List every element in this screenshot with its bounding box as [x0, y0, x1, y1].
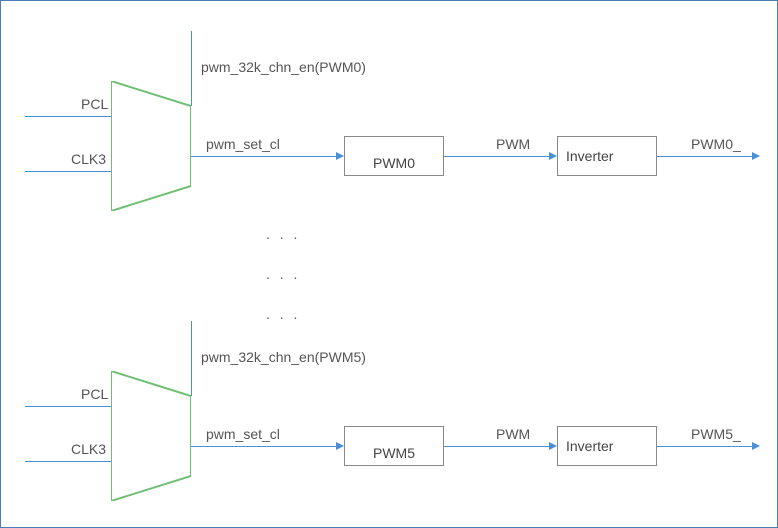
ellipsis-dots: . . . — [266, 306, 300, 322]
pcl-line-pwm0 — [25, 116, 111, 117]
pwm-block-pwm5: PWM5 — [344, 426, 444, 466]
pwm-arrow-pwm0 — [549, 152, 557, 160]
pcl-line-pwm5 — [25, 406, 111, 407]
clk3-label-pwm0: CLK3 — [71, 151, 106, 167]
inverter-block-pwm5: Inverter — [557, 426, 657, 466]
pcl-label-pwm0: PCL — [81, 96, 108, 112]
out-line-pwm0 — [657, 156, 752, 157]
muxout-line-pwm0 — [191, 156, 336, 157]
sel-line-pwm0 — [191, 31, 192, 106]
clk3-line-pwm0 — [25, 171, 111, 172]
muxout-label-pwm5: pwm_set_cl — [206, 426, 280, 442]
clk3-line-pwm5 — [25, 461, 111, 462]
sel-label-pwm0: pwm_32k_chn_en(PWM0) — [201, 59, 366, 75]
pwm-line-pwm5 — [444, 446, 549, 447]
mux-pwm0 — [111, 81, 191, 211]
ellipsis-dots: . . . — [266, 266, 300, 282]
pwm-sig-label-pwm5: PWM — [496, 426, 530, 442]
pcl-label-pwm5: PCL — [81, 386, 108, 402]
clk3-label-pwm5: CLK3 — [71, 441, 106, 457]
diagram-frame: pwm_32k_chn_en(PWM0) PCL CLK3 pwm_set_cl… — [0, 0, 778, 528]
pwm-block-label-pwm5: PWM5 — [373, 445, 415, 465]
inverter-label-pwm5: Inverter — [566, 438, 613, 454]
muxout-line-pwm5 — [191, 446, 336, 447]
pwm-block-pwm0: PWM0 — [344, 136, 444, 176]
out-line-pwm5 — [657, 446, 752, 447]
pwm-line-pwm0 — [444, 156, 549, 157]
inverter-label-pwm0: Inverter — [566, 148, 613, 164]
out-label-pwm5: PWM5_ — [691, 426, 741, 442]
mux-pwm5 — [111, 371, 191, 501]
out-label-pwm0: PWM0_ — [691, 136, 741, 152]
pwm-block-label-pwm0: PWM0 — [373, 155, 415, 175]
pwm-sig-label-pwm0: PWM — [496, 136, 530, 152]
out-arrow-pwm5 — [752, 442, 760, 450]
inverter-block-pwm0: Inverter — [557, 136, 657, 176]
out-arrow-pwm0 — [752, 152, 760, 160]
ellipsis-dots: . . . — [266, 226, 300, 242]
pwm-arrow-pwm5 — [549, 442, 557, 450]
muxout-arrow-pwm5 — [336, 442, 344, 450]
muxout-arrow-pwm0 — [336, 152, 344, 160]
sel-label-pwm5: pwm_32k_chn_en(PWM5) — [201, 349, 366, 365]
sel-line-pwm5 — [191, 321, 192, 396]
muxout-label-pwm0: pwm_set_cl — [206, 136, 280, 152]
